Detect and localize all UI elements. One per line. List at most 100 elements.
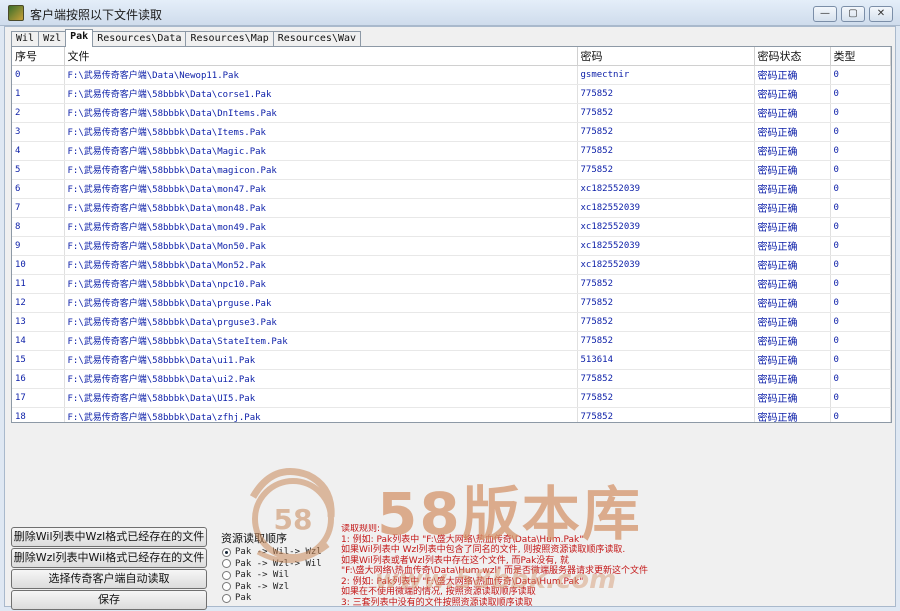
table-row[interactable]: 8 F:\武易传奇客户端\58bbbk\Data\mon49.Pak xc18255… [12, 217, 891, 237]
table-row[interactable]: 2 F:\武易传奇客户端\58bbbk\Data\DnItems.Pak 77585… [12, 103, 891, 123]
read-order-option-label: Pak [235, 593, 252, 603]
row-password-status: 密码正确 [754, 350, 831, 370]
radio-button[interactable] [222, 593, 231, 603]
row-type: 0 [830, 198, 891, 218]
row-index: 2 [12, 103, 65, 123]
table-row[interactable]: 17 F:\武易传奇客户端\58bbbk\Data\UI5.Pak 775852 密码… [12, 388, 891, 408]
table-row[interactable]: 6 F:\武易传奇客户端\58bbbk\Data\mon47.Pak xc18255… [12, 179, 891, 199]
table-header-row: 序号 文件 密码 密码状态 类型 [12, 47, 891, 66]
row-index: 17 [12, 388, 65, 408]
table-row[interactable]: 16 F:\武易传奇客户端\58bbbk\Data\ui2.Pak 775852 密码… [12, 369, 891, 389]
tab-resources-wav[interactable]: Resources\Wav [272, 31, 362, 47]
radio-button[interactable] [222, 559, 231, 568]
row-file-path: F:\武易传奇客户端\Data\Newop11.Pak [64, 65, 578, 85]
watermark-emblem-text: 58 [274, 503, 313, 536]
delete-wzl-duplicates-button[interactable]: 删除Wzl列表中Wil格式已经存在的文件 [11, 548, 207, 568]
table-row[interactable]: 5 F:\武易传奇客户端\58bbbk\Data\magicon.Pak 77585… [12, 160, 891, 180]
row-type: 0 [830, 255, 891, 275]
row-type: 0 [830, 236, 891, 256]
row-index: 7 [12, 198, 65, 218]
row-file-path: F:\武易传奇客户端\58bbbk\Data\Magic.Pak [64, 141, 578, 161]
row-password: 775852 [577, 331, 755, 351]
maximize-button[interactable]: ▢ [841, 6, 865, 22]
col-password-header[interactable]: 密码 [577, 47, 755, 66]
tab-pak[interactable]: Pak [65, 29, 94, 47]
save-button[interactable]: 保存 [11, 590, 207, 610]
row-index: 10 [12, 255, 65, 275]
minimize-button[interactable]: — [813, 6, 837, 22]
radio-button[interactable] [222, 582, 231, 591]
row-index: 8 [12, 217, 65, 237]
row-password: xc182552039 [577, 198, 755, 218]
row-index: 0 [12, 65, 65, 85]
row-password-status: 密码正确 [754, 84, 831, 104]
col-index-header[interactable]: 序号 [12, 47, 65, 66]
radio-button[interactable] [222, 547, 231, 557]
row-type: 0 [830, 160, 891, 180]
table-row[interactable]: 13 F:\武易传奇客户端\58bbbk\Data\prguse3.Pak 7758… [12, 312, 891, 332]
table-row[interactable]: 10 F:\武易传奇客户端\58bbbk\Data\Mon52.Pak xc1825… [12, 255, 891, 275]
tab-resources-data[interactable]: Resources\Data [92, 31, 187, 47]
row-password: 775852 [577, 160, 755, 180]
row-password-status: 密码正确 [754, 407, 831, 422]
col-status-header[interactable]: 密码状态 [754, 47, 831, 66]
row-index: 16 [12, 369, 65, 389]
row-file-path: F:\武易传奇客户端\58bbbk\Data\Items.Pak [64, 122, 578, 142]
row-index: 15 [12, 350, 65, 370]
row-type: 0 [830, 407, 891, 422]
tab-resources-map[interactable]: Resources\Map [185, 31, 274, 47]
row-type: 0 [830, 312, 891, 332]
row-password: 775852 [577, 388, 755, 408]
row-password-status: 密码正确 [754, 198, 831, 218]
tab-strip: Wil Wzl Pak Resources\Data Resources\Map Reso… [11, 29, 362, 47]
row-type: 0 [830, 217, 891, 237]
row-index: 12 [12, 293, 65, 313]
row-file-path: F:\武易传奇客户端\58bbbk\Data\npc10.Pak [64, 274, 578, 294]
read-order-option[interactable]: Pak -> Wzl [222, 581, 289, 593]
table-row[interactable]: 7 F:\武易传奇客户端\58bbbk\Data\mon48.Pak xc18255… [12, 198, 891, 218]
row-file-path: F:\武易传奇客户端\58bbbk\Data\prguse.Pak [64, 293, 578, 313]
file-table-panel: 序号 文件 密码 密码状态 类型 0 F:\武易传奇客户端\Data\Newop11.Pa… [11, 46, 892, 423]
row-file-path: F:\武易传奇客户端\58bbbk\Data\mon48.Pak [64, 198, 578, 218]
table-row[interactable]: 15 F:\武易传奇客户端\58bbbk\Data\ui1.Pak 513614 密码… [12, 350, 891, 370]
table-row[interactable]: 12 F:\武易传奇客户端\58bbbk\Data\prguse.Pak 77585… [12, 293, 891, 313]
tab-wzl[interactable]: Wzl [38, 31, 67, 47]
row-type: 0 [830, 84, 891, 104]
close-button[interactable]: ✕ [869, 6, 893, 22]
table-row[interactable]: 9 F:\武易传奇客户端\58bbbk\Data\Mon50.Pak xc18255… [12, 236, 891, 256]
row-index: 5 [12, 160, 65, 180]
table-row[interactable]: 4 F:\武易传奇客户端\58bbbk\Data\Magic.Pak 775852 密… [12, 141, 891, 161]
table-row[interactable]: 11 F:\武易传奇客户端\58bbbk\Data\npc10.Pak 775852… [12, 274, 891, 294]
table-row[interactable]: 3 F:\武易传奇客户端\58bbbk\Data\Items.Pak 775852 密… [12, 122, 891, 142]
row-password: xc182552039 [577, 217, 755, 237]
row-index: 4 [12, 141, 65, 161]
row-password: 775852 [577, 369, 755, 389]
row-file-path: F:\武易传奇客户端\58bbbk\Data\Mon52.Pak [64, 255, 578, 275]
delete-wil-duplicates-button[interactable]: 删除Wil列表中Wzl格式已经存在的文件 [11, 527, 207, 547]
row-type: 0 [830, 179, 891, 199]
row-file-path: F:\武易传奇客户端\58bbbk\Data\UI5.Pak [64, 388, 578, 408]
watermark-text: 58版本库 [377, 480, 642, 548]
row-file-path: F:\武易传奇客户端\58bbbk\Data\zfhj.Pak [64, 407, 578, 422]
table-row[interactable]: 1 F:\武易传奇客户端\58bbbk\Data\corse1.Pak 775852… [12, 84, 891, 104]
row-file-path: F:\武易传奇客户端\58bbbk\Data\Mon50.Pak [64, 236, 578, 256]
auto-read-button[interactable]: 选择传奇客户端自动读取 [11, 569, 207, 589]
table-row[interactable]: 0 F:\武易传奇客户端\Data\Newop11.Pak gsmectnir 密码正… [12, 65, 891, 85]
row-password: 775852 [577, 293, 755, 313]
table-row[interactable]: 18 F:\武易传奇客户端\58bbbk\Data\zfhj.Pak 775852 密… [12, 407, 891, 422]
read-order-option[interactable]: Pak [222, 592, 251, 604]
title-bar: 客户端按照以下文件读取 — ▢ ✕ [0, 0, 900, 26]
row-password-status: 密码正确 [754, 331, 831, 351]
row-index: 18 [12, 407, 65, 422]
row-file-path: F:\武易传奇客户端\58bbbk\Data\DnItems.Pak [64, 103, 578, 123]
radio-button[interactable] [222, 570, 231, 580]
table-row[interactable]: 14 F:\武易传奇客户端\58bbbk\Data\StateItem.Pak 77… [12, 331, 891, 351]
rule-line: 3: 三套列表中没有的文件按照资源读取顺序读取 [341, 597, 533, 607]
row-password: xc182552039 [577, 236, 755, 256]
col-type-header[interactable]: 类型 [830, 47, 891, 66]
tab-wil[interactable]: Wil [11, 31, 40, 47]
watermark-url: www.58bbk.com [375, 565, 617, 595]
main-window: Wil Wzl Pak Resources\Data Resources\Map Reso… [4, 26, 896, 610]
row-index: 9 [12, 236, 65, 256]
col-file-header[interactable]: 文件 [64, 47, 578, 66]
